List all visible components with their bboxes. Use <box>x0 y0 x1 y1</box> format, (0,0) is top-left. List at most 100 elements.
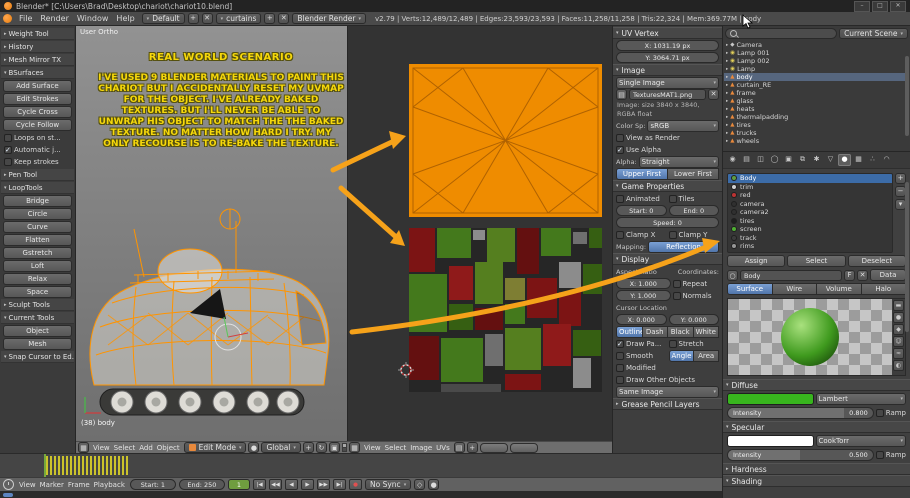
expand-icon[interactable]: ▸ <box>726 115 728 120</box>
menu-item[interactable]: View <box>17 481 38 489</box>
image-source-select[interactable]: Single Image ▾ <box>616 76 719 89</box>
window-titlebar[interactable]: Blender* [C:\Users\Brad\Desktop\chariot\… <box>0 0 910 12</box>
game-speed-field[interactable]: Speed: 0 <box>616 217 719 228</box>
collapsed-editor-button[interactable] <box>3 492 13 497</box>
maximize-button[interactable]: □ <box>872 0 888 12</box>
outliner-item[interactable]: ▸ ◉ Lamp <box>724 65 909 73</box>
outliner-item[interactable]: ▸ ▲ tires <box>724 121 909 129</box>
play-button[interactable]: ▶ <box>301 479 315 490</box>
sync-select[interactable]: No Sync ▾ <box>365 479 412 490</box>
editor-type-icon[interactable] <box>3 479 14 490</box>
delete-layout-button[interactable]: ✕ <box>201 13 213 24</box>
outliner-item[interactable]: ▸ ▲ glass <box>724 97 909 105</box>
game-checkbox[interactable]: Tiles <box>668 194 720 203</box>
record-button[interactable]: ● <box>349 479 363 490</box>
properties-context-tab[interactable]: ▦ <box>852 154 865 166</box>
data-pin-button[interactable]: Data <box>870 269 906 281</box>
snap-cursor-panel-header[interactable]: ▾ Snap Cursor to Ed... <box>1 351 74 363</box>
jump-to-end-button[interactable]: ▶| <box>333 479 347 490</box>
tool-button[interactable]: Flatten <box>3 234 72 246</box>
properties-context-tab[interactable]: ▤ <box>740 154 753 166</box>
preview-monkey-icon[interactable]: ☺ <box>893 336 904 347</box>
menu-item[interactable]: Select <box>112 444 138 452</box>
menu-item[interactable]: View <box>91 444 112 452</box>
menu-item[interactable]: Image <box>408 444 434 452</box>
tool-button[interactable]: Circle <box>3 208 72 220</box>
outliner-item[interactable]: ▸ ▲ thermalpadding <box>724 113 909 121</box>
manipulator-scale-icon[interactable]: ▣ <box>328 442 340 453</box>
properties-context-tab[interactable]: ◫ <box>754 154 767 166</box>
uv-vertex-y-field[interactable]: Y: 3064.71 px <box>616 52 719 63</box>
tool-button[interactable]: Gstretch <box>3 247 72 259</box>
aspect-y-field[interactable]: Y: 1.000 <box>616 290 671 301</box>
menu-item[interactable]: View <box>362 444 383 452</box>
tool-checkbox[interactable]: Loops on st... <box>4 133 71 143</box>
uv-draw-mode-button[interactable]: Black <box>668 325 694 338</box>
editor-type-icon[interactable]: ▦ <box>78 442 89 453</box>
image-panel-header[interactable]: ▾ Image <box>613 64 722 76</box>
render-engine-select[interactable]: Blender Render ▾ <box>292 13 367 24</box>
preview-hair-icon[interactable]: ≈ <box>893 348 904 359</box>
material-type-tab[interactable]: Volume <box>817 283 862 295</box>
outliner-item[interactable]: ▸ ▲ trucks <box>724 129 909 137</box>
close-button[interactable]: ✕ <box>890 0 906 12</box>
jump-to-start-button[interactable]: |◀ <box>253 479 267 490</box>
field-order-button[interactable]: Lower First <box>668 167 719 180</box>
editor-type-icon[interactable]: ▦ <box>349 442 360 453</box>
display-panel-header[interactable]: ▾ Display <box>613 253 722 265</box>
menu-item[interactable]: File <box>15 14 36 23</box>
menu-item[interactable]: UVs <box>434 444 452 452</box>
diffuse-intensity-slider[interactable]: Intensity 0.800 <box>727 407 874 419</box>
specular-shader-select[interactable]: CookTorr ▾ <box>815 435 906 447</box>
expand-icon[interactable]: ▸ <box>726 91 728 96</box>
preview-flat-icon[interactable]: ▬ <box>893 300 904 311</box>
prev-keyframe-button[interactable]: ◀◀ <box>269 479 283 490</box>
add-layout-button[interactable]: + <box>187 13 199 24</box>
preview-world-icon[interactable]: ◐ <box>893 360 904 371</box>
expand-icon[interactable]: ▸ <box>726 67 728 72</box>
properties-context-tab[interactable]: ◉ <box>726 154 739 166</box>
tool-button[interactable]: Space <box>3 286 72 298</box>
uv-draw-mode-button[interactable]: Outline <box>616 325 643 338</box>
image-name-field[interactable]: TexturesMAT1.png <box>629 89 706 100</box>
assign-button[interactable]: Deselect <box>847 255 906 267</box>
expand-icon[interactable]: ▸ <box>726 107 728 112</box>
outliner-search-input[interactable] <box>725 28 838 39</box>
properties-context-tab[interactable]: ▽ <box>824 154 837 166</box>
alpha-mode-select[interactable]: Straight ▾ <box>638 155 719 168</box>
transform-orientation-select[interactable]: Global ▾ <box>261 442 301 453</box>
stretch-mode-button[interactable]: Angle <box>668 349 695 362</box>
material-type-tab[interactable]: Halo <box>861 283 906 295</box>
preview-sphere-icon[interactable]: ● <box>893 312 904 323</box>
tool-button[interactable]: Cycle Cross <box>3 106 72 118</box>
current-frame-field[interactable]: 1 <box>227 479 251 490</box>
outliner-item[interactable]: ▸ ▲ wheels <box>724 137 909 145</box>
expand-icon[interactable]: ▸ <box>726 131 728 136</box>
menu-item[interactable]: Object <box>155 444 182 452</box>
material-slot[interactable]: tires <box>728 217 892 226</box>
menu-item[interactable]: Add <box>137 444 155 452</box>
properties-context-tab[interactable]: ▣ <box>782 154 795 166</box>
specular-ramp-checkbox[interactable]: Ramp <box>875 451 906 459</box>
menu-item[interactable]: Playback <box>92 481 127 489</box>
game-start-field[interactable]: Start: 0 <box>616 205 667 216</box>
outliner-item[interactable]: ▸ ◆ Camera <box>724 41 909 49</box>
unlink-material-button[interactable]: ✕ <box>857 269 868 281</box>
properties-context-tab[interactable]: ● <box>838 154 851 166</box>
material-slot[interactable]: trim <box>728 183 892 192</box>
pivot-slider[interactable] <box>479 442 508 453</box>
tool-button[interactable]: Curve <box>3 221 72 233</box>
material-slot[interactable]: screen <box>728 225 892 234</box>
hardness-panel-header[interactable]: ▸ Hardness <box>723 463 910 475</box>
menu-item[interactable]: Render <box>36 14 72 23</box>
diffuse-shader-select[interactable]: Lambert ▾ <box>815 393 906 405</box>
expand-icon[interactable]: ▸ <box>726 43 728 48</box>
outliner-scope-select[interactable]: Current Scene ▾ <box>839 28 908 39</box>
bsurfaces-panel-header[interactable]: ▾ BSurfaces <box>1 67 74 79</box>
browse-material-icon[interactable]: ○ <box>727 269 738 281</box>
expand-icon[interactable]: ▸ <box>726 75 728 80</box>
clamp-x-checkbox[interactable]: Clamp X <box>616 230 667 239</box>
cursor-x-field[interactable]: X: 0.000 <box>616 314 667 325</box>
menu-item[interactable]: Help <box>112 14 138 23</box>
colorspace-select[interactable]: sRGB ▾ <box>647 119 719 132</box>
